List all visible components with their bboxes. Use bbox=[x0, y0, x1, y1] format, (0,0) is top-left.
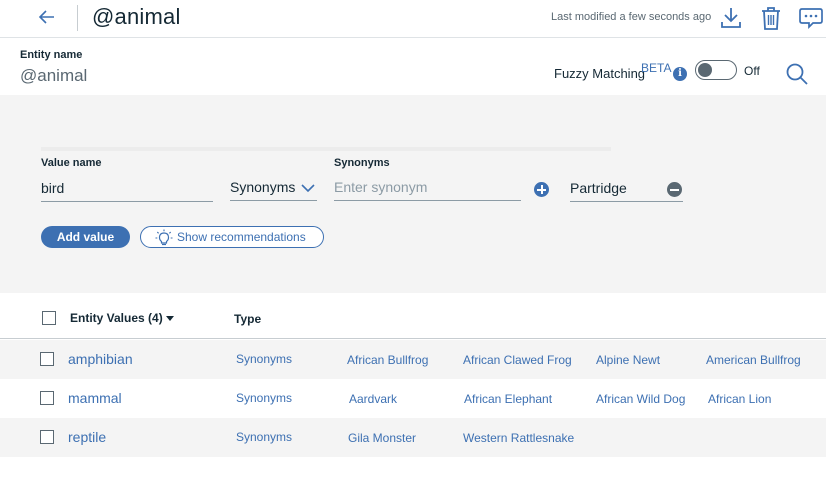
sort-caret-icon[interactable] bbox=[166, 316, 174, 321]
fuzzy-matching-label: Fuzzy Matching bbox=[554, 66, 646, 81]
row-checkbox[interactable] bbox=[40, 430, 54, 444]
row-value-link[interactable]: mammal bbox=[68, 390, 122, 406]
type-column-header: Type bbox=[234, 312, 262, 326]
download-button[interactable] bbox=[718, 5, 744, 31]
row-synonym[interactable]: Gila Monster bbox=[348, 431, 416, 445]
row-synonym[interactable]: Aardvark bbox=[349, 392, 397, 406]
value-name-input[interactable]: bird bbox=[41, 180, 213, 202]
entity-name-section: Entity name @animal Fuzzy Matching BETA … bbox=[0, 39, 826, 95]
row-synonym[interactable]: American Bullfrog bbox=[706, 353, 801, 367]
value-type-selected: Synonyms bbox=[230, 179, 296, 195]
header-divider bbox=[77, 5, 78, 31]
row-synonym[interactable]: Western Rattlesnake bbox=[463, 431, 574, 445]
value-name-label: Value name bbox=[41, 157, 102, 169]
row-type: Synonyms bbox=[236, 352, 293, 366]
entity-values-table-header: Entity Values (4) Type bbox=[0, 293, 826, 339]
delete-button[interactable] bbox=[758, 5, 784, 31]
search-icon bbox=[786, 63, 808, 85]
row-checkbox[interactable] bbox=[40, 391, 54, 405]
row-synonym[interactable]: African Lion bbox=[708, 392, 771, 406]
add-synonym-button[interactable] bbox=[534, 182, 549, 197]
table-row: amphibian Synonyms African Bullfrog Afri… bbox=[0, 340, 826, 379]
chat-button[interactable] bbox=[798, 5, 824, 31]
toggle-state-text: Off bbox=[744, 64, 760, 78]
row-synonym[interactable]: African Elephant bbox=[464, 392, 552, 406]
row-checkbox[interactable] bbox=[40, 352, 54, 366]
row-value-link[interactable]: amphibian bbox=[68, 351, 133, 367]
download-icon bbox=[721, 8, 741, 28]
toggle-knob bbox=[698, 63, 712, 77]
lightbulb-icon bbox=[155, 229, 173, 246]
panel-divider bbox=[41, 147, 611, 151]
table-row: reptile Synonyms Gila Monster Western Ra… bbox=[0, 418, 826, 457]
back-button[interactable] bbox=[36, 6, 58, 28]
row-synonym[interactable]: African Clawed Frog bbox=[463, 353, 572, 367]
arrow-left-icon bbox=[38, 10, 54, 24]
top-bar: @animal Last modified a few seconds ago bbox=[0, 0, 826, 38]
beta-badge: BETA bbox=[641, 61, 672, 75]
page-title: @animal bbox=[92, 4, 181, 29]
show-recommendations-label: Show recommendations bbox=[177, 230, 306, 244]
last-modified-text: Last modified a few seconds ago bbox=[551, 11, 712, 23]
show-recommendations-button[interactable]: Show recommendations bbox=[140, 226, 324, 248]
entity-name-label: Entity name bbox=[20, 49, 83, 61]
info-icon[interactable]: i bbox=[673, 67, 687, 81]
row-synonym[interactable]: Alpine Newt bbox=[596, 353, 660, 367]
search-button[interactable] bbox=[784, 61, 810, 87]
entity-name-value[interactable]: @animal bbox=[20, 66, 87, 86]
synonym-input[interactable]: Enter synonym bbox=[334, 179, 521, 201]
remove-synonym-button[interactable] bbox=[667, 182, 682, 197]
add-value-panel: Value name bird Synonyms Synonyms Enter … bbox=[0, 95, 826, 293]
table-row: mammal Synonyms Aardvark African Elephan… bbox=[0, 379, 826, 418]
entity-values-column-header[interactable]: Entity Values (4) bbox=[70, 311, 163, 325]
add-value-button[interactable]: Add value bbox=[41, 226, 130, 248]
row-type: Synonyms bbox=[236, 391, 293, 405]
chevron-down-icon bbox=[301, 184, 315, 193]
value-type-select[interactable]: Synonyms bbox=[230, 179, 317, 201]
row-synonym[interactable]: African Bullfrog bbox=[347, 353, 428, 367]
synonyms-label: Synonyms bbox=[334, 157, 390, 169]
row-value-link[interactable]: reptile bbox=[68, 429, 106, 445]
row-synonym[interactable]: African Wild Dog bbox=[596, 392, 685, 406]
chat-icon bbox=[799, 8, 823, 30]
select-all-checkbox[interactable] bbox=[42, 311, 56, 325]
fuzzy-matching-toggle[interactable] bbox=[695, 60, 737, 80]
trash-icon bbox=[762, 7, 780, 30]
row-type: Synonyms bbox=[236, 430, 293, 444]
synonym-tag-input[interactable]: Partridge bbox=[570, 180, 683, 202]
